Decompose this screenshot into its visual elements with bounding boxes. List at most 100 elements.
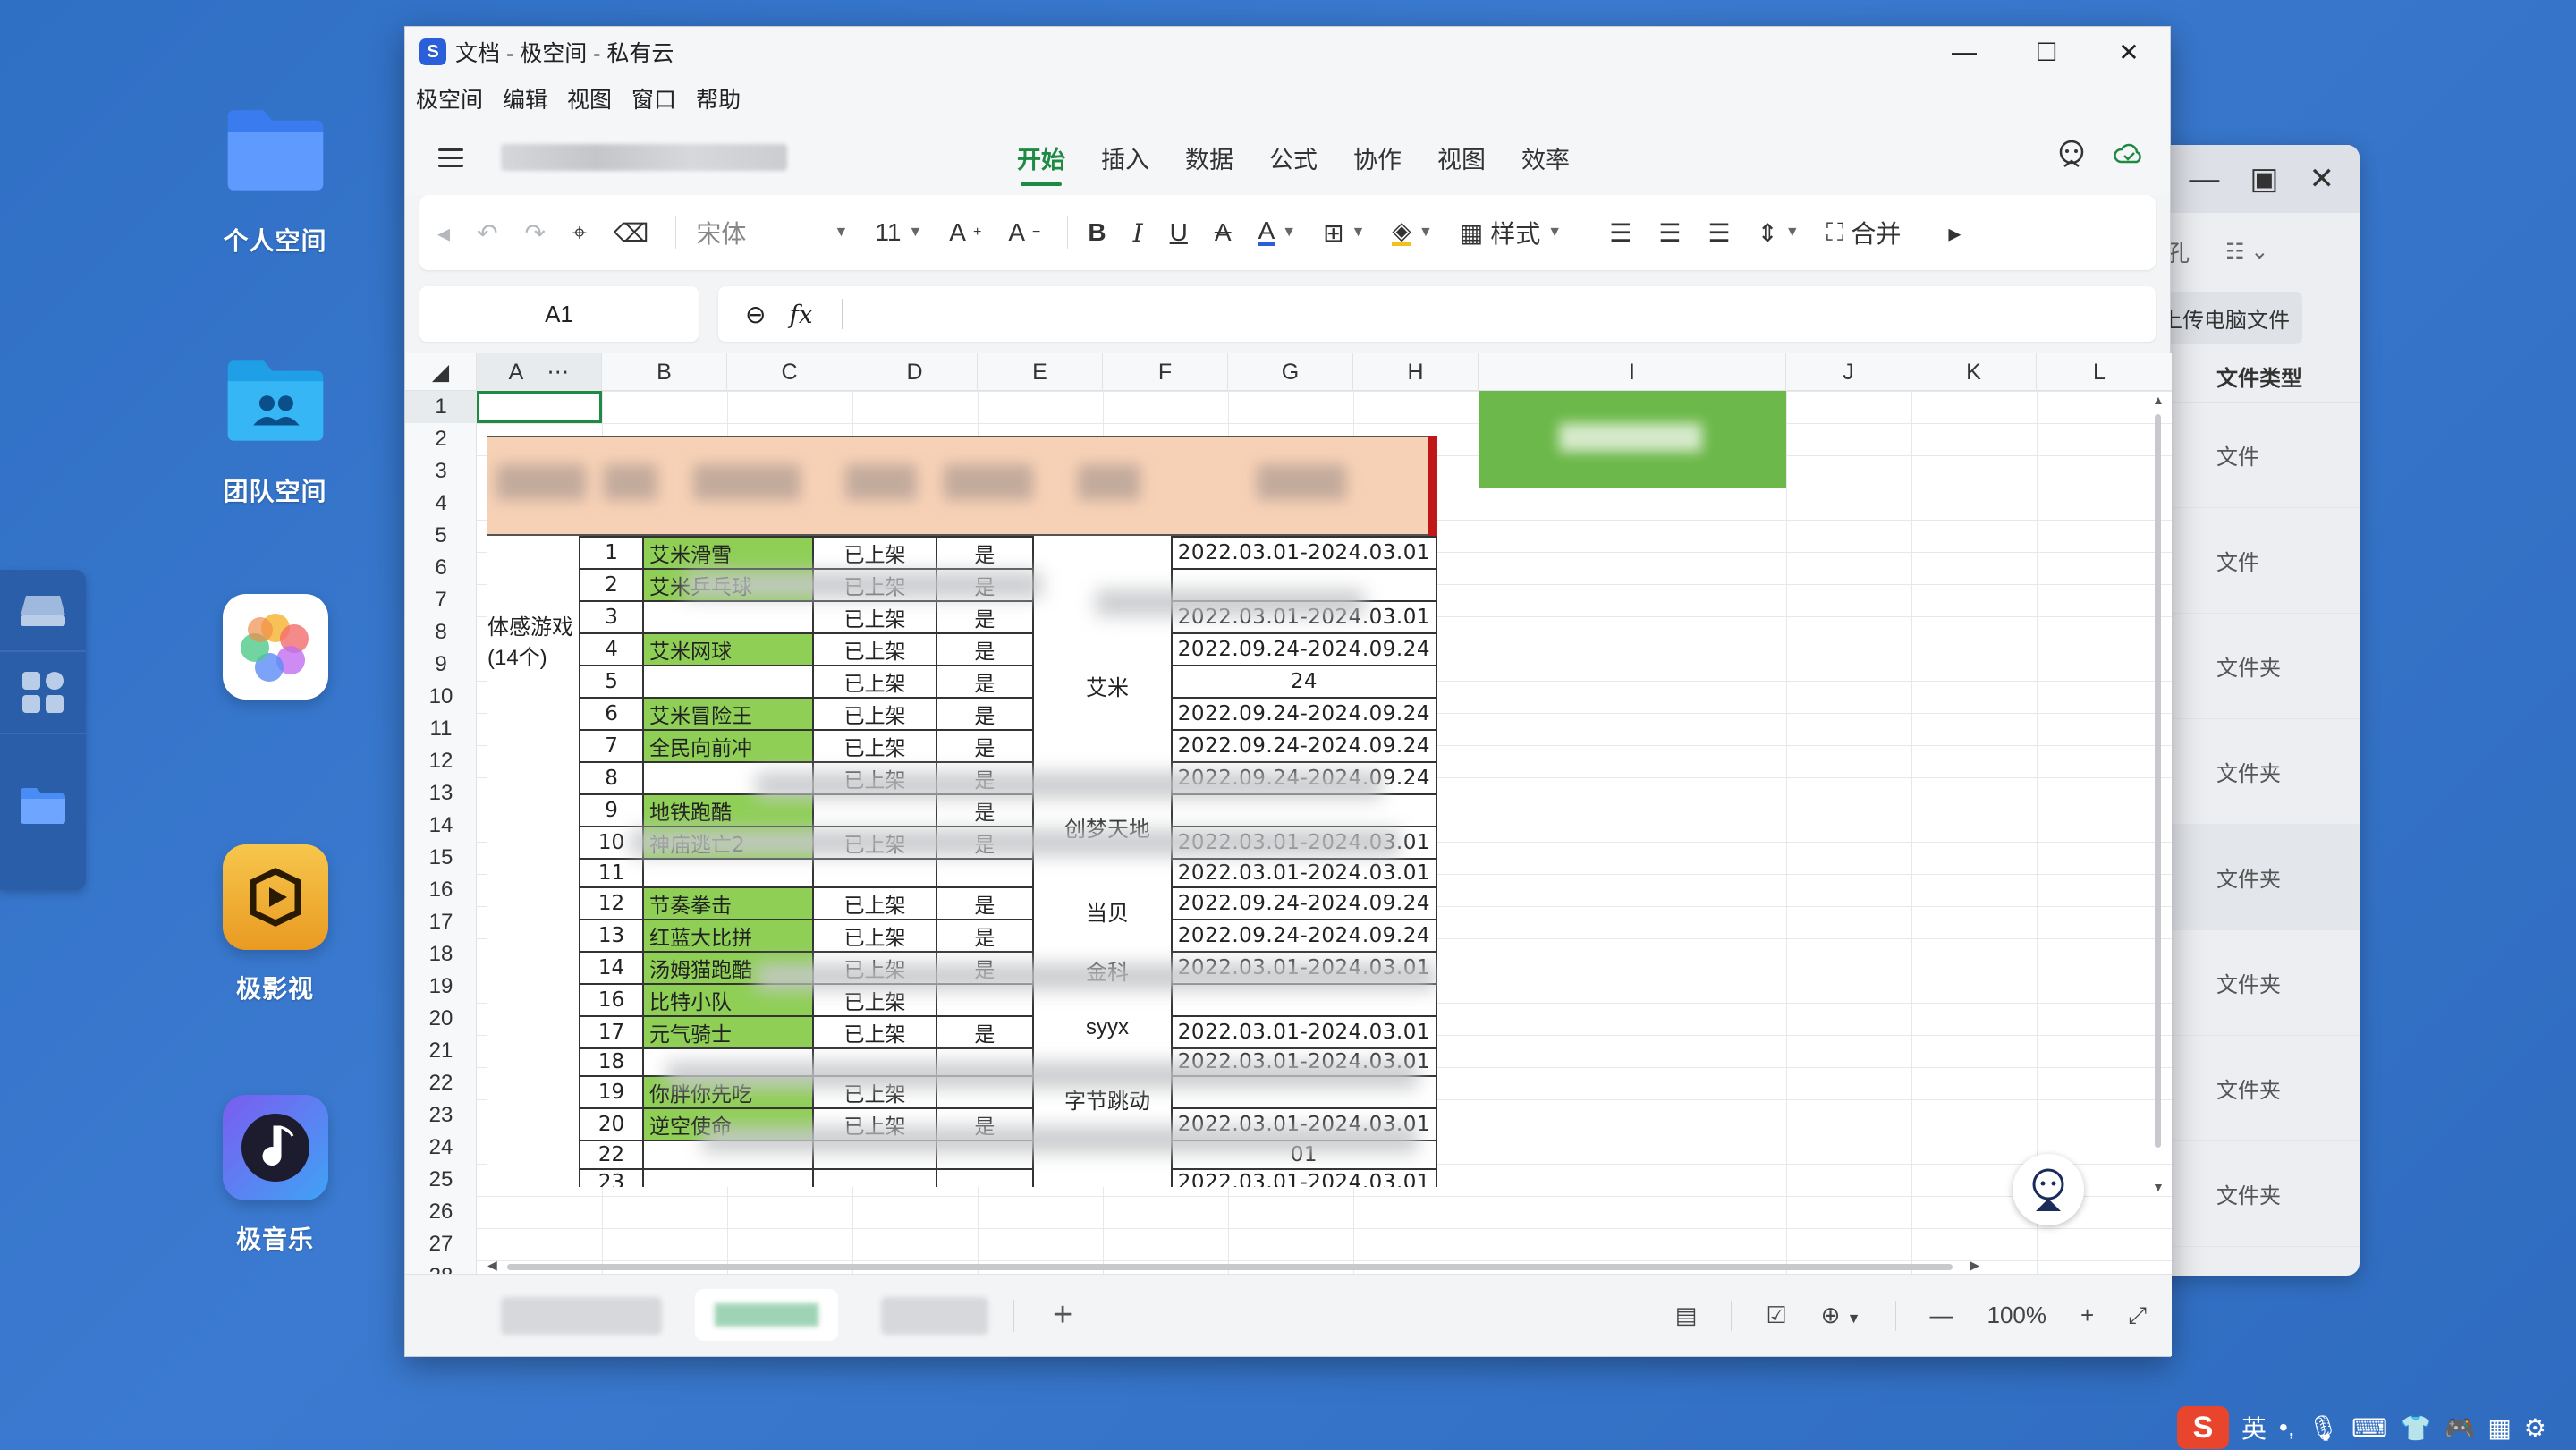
file-row[interactable]: 文件夹: [2147, 930, 2360, 1036]
dock-item-drive[interactable]: [0, 570, 86, 652]
desktop-icon-team-space[interactable]: 团队空间: [197, 347, 353, 508]
file-row[interactable]: 文件夹: [2147, 1036, 2360, 1141]
row-header[interactable]: 5: [405, 520, 477, 552]
menu-item[interactable]: 极空间: [416, 82, 483, 114]
close-button[interactable]: ✕: [2088, 27, 2170, 77]
font-color-icon[interactable]: A ▼: [1258, 218, 1296, 246]
redo-icon[interactable]: ↷: [525, 218, 546, 248]
italic-icon[interactable]: I: [1133, 218, 1143, 248]
menu-item[interactable]: 帮助: [696, 82, 741, 114]
column-header[interactable]: B: [602, 353, 727, 391]
minimize-icon[interactable]: —: [2189, 162, 2219, 197]
horizontal-scrollbar[interactable]: ◀ ▶: [487, 1258, 1979, 1272]
font-size-select[interactable]: 11 ▼: [875, 218, 922, 247]
font-family-select[interactable]: 宋体 ▼: [696, 215, 848, 250]
row-header[interactable]: 12: [405, 745, 477, 777]
column-header[interactable]: J: [1786, 353, 1911, 391]
row-header[interactable]: 22: [405, 1067, 477, 1099]
tab-collaborate[interactable]: 协作: [1353, 140, 1402, 175]
desktop-icon-personal-space[interactable]: 个人空间: [197, 97, 353, 258]
column-header[interactable]: E: [978, 353, 1103, 391]
check-sheet-icon[interactable]: ☑: [1766, 1302, 1786, 1329]
tab-start[interactable]: 开始: [1017, 140, 1065, 186]
sheet-tab[interactable]: [881, 1297, 988, 1335]
scroll-left-icon[interactable]: ◂: [437, 218, 450, 248]
toolbox-icon[interactable]: ▦: [2487, 1413, 2511, 1443]
horizontal-scroll-thumb[interactable]: [507, 1264, 1953, 1270]
menu-item[interactable]: 窗口: [631, 82, 676, 114]
row-header[interactable]: 23: [405, 1099, 477, 1132]
scroll-right-icon[interactable]: ▸: [1948, 218, 1961, 248]
desktop-icon-photos[interactable]: [197, 594, 353, 719]
row-header[interactable]: 1: [405, 391, 477, 423]
tab-formula[interactable]: 公式: [1269, 140, 1318, 175]
tab-efficiency[interactable]: 效率: [1521, 140, 1570, 175]
column-header[interactable]: C: [727, 353, 852, 391]
column-header[interactable]: A ⋯: [477, 353, 602, 391]
menu-item[interactable]: 编辑: [503, 82, 547, 114]
row-header[interactable]: 8: [405, 616, 477, 649]
zoom-level[interactable]: 100%: [1987, 1302, 2047, 1329]
skin-icon[interactable]: 👕: [2401, 1413, 2432, 1443]
file-row[interactable]: 文件夹: [2147, 825, 2360, 930]
column-header[interactable]: K: [1911, 353, 2037, 391]
row-header[interactable]: 15: [405, 842, 477, 874]
close-icon[interactable]: ✕: [2309, 161, 2335, 197]
row-header[interactable]: 27: [405, 1228, 477, 1260]
row-header[interactable]: 11: [405, 713, 477, 745]
minimize-button[interactable]: —: [1923, 27, 2005, 77]
zoom-out-search-icon[interactable]: ⊖: [745, 300, 766, 329]
file-row[interactable]: 文件夹: [2147, 614, 2360, 719]
game-icon[interactable]: 🎮: [2444, 1413, 2475, 1443]
file-row[interactable]: 文件: [2147, 508, 2360, 614]
borders-icon[interactable]: ⊞ ▼: [1323, 218, 1365, 248]
file-row[interactable]: 文件: [2147, 403, 2360, 508]
underline-icon[interactable]: U: [1170, 218, 1188, 247]
vertical-scrollbar[interactable]: ▲ ▼: [2152, 393, 2165, 1194]
embedded-table-image[interactable]: 体感游戏 (14个) 1 艾米滑雪 已上架是 2022.03.01-2024.03.01…: [487, 436, 1437, 1187]
increase-font-icon[interactable]: A +: [949, 218, 981, 247]
align-left-icon[interactable]: ☰: [1609, 218, 1631, 248]
settings-icon[interactable]: ⚙: [2524, 1413, 2546, 1443]
add-sheet-icon[interactable]: +: [1053, 1296, 1072, 1335]
sheet-tab-active[interactable]: [695, 1289, 838, 1341]
menu-item[interactable]: 视图: [567, 82, 612, 114]
row-header[interactable]: 18: [405, 938, 477, 971]
row-header[interactable]: 20: [405, 1003, 477, 1035]
vertical-align-icon[interactable]: ⇕ ▼: [1757, 218, 1799, 248]
cloud-saved-icon[interactable]: [2113, 138, 2145, 170]
name-box[interactable]: A1: [419, 286, 699, 342]
assistant-icon[interactable]: [2055, 138, 2088, 170]
row-header[interactable]: 6: [405, 552, 477, 584]
sheet-list-icon[interactable]: ▤: [1675, 1302, 1698, 1329]
column-header[interactable]: D: [852, 353, 978, 391]
desktop-icon-music[interactable]: 极音乐: [197, 1095, 353, 1256]
row-header[interactable]: 14: [405, 810, 477, 842]
green-highlight-cell[interactable]: [1479, 391, 1786, 488]
row-header[interactable]: 21: [405, 1035, 477, 1067]
ime-logo-icon[interactable]: S: [2177, 1406, 2229, 1449]
column-header[interactable]: I: [1479, 353, 1786, 391]
microphone-icon[interactable]: 🎙: [2308, 1413, 2340, 1443]
zoom-in-icon[interactable]: +: [2080, 1302, 2094, 1329]
keyboard-icon[interactable]: ⌨: [2351, 1413, 2387, 1443]
maximize-icon[interactable]: ▣: [2250, 161, 2278, 197]
column-header[interactable]: G: [1228, 353, 1353, 391]
selected-cell-a1[interactable]: [477, 391, 602, 423]
row-header[interactable]: 9: [405, 649, 477, 681]
tab-insert[interactable]: 插入: [1101, 140, 1149, 175]
row-header[interactable]: 3: [405, 455, 477, 488]
merge-cells-button[interactable]: ⛶ 合并: [1826, 215, 1902, 250]
strikethrough-icon[interactable]: A: [1215, 218, 1232, 247]
tab-data[interactable]: 数据: [1185, 140, 1233, 175]
bold-icon[interactable]: B: [1088, 218, 1106, 247]
zoom-out-icon[interactable]: —: [1930, 1302, 1953, 1329]
row-header[interactable]: 19: [405, 971, 477, 1003]
row-header[interactable]: 16: [405, 874, 477, 906]
row-header[interactable]: 25: [405, 1164, 477, 1196]
vertical-scroll-thumb[interactable]: [2155, 414, 2161, 1148]
undo-icon[interactable]: ↶: [477, 218, 497, 248]
select-all-corner[interactable]: ◢: [405, 353, 477, 391]
eraser-icon[interactable]: ⌫: [614, 218, 649, 248]
spreadsheet-grid[interactable]: ◢ A ⋯ B C D E F G H I J K L 1 2 3 4 5 6 7 8 9 10 11…: [405, 353, 2172, 1275]
